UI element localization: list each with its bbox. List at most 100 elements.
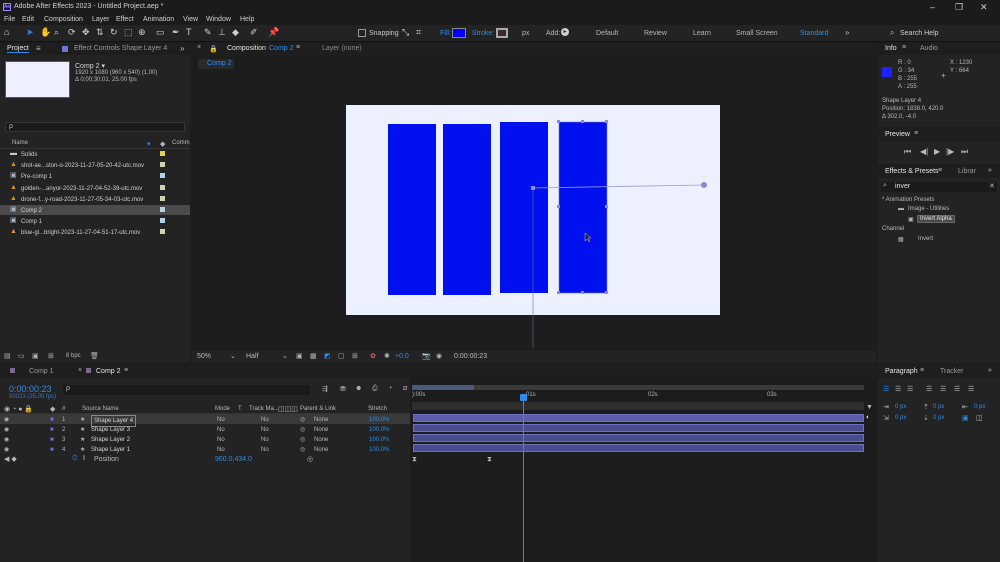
roto-brush-tool-icon[interactable]: ✐ bbox=[250, 27, 258, 38]
draft-3d-icon[interactable]: ⛃ bbox=[340, 385, 346, 393]
snap-grid-icon[interactable]: ⌗ bbox=[416, 27, 421, 38]
first-line-indent-value[interactable]: 0 px bbox=[895, 415, 906, 421]
col-stretch[interactable]: Stretch bbox=[368, 406, 387, 412]
tab-effect-controls[interactable]: Effect Controls Shape Layer 4 bbox=[74, 45, 167, 52]
justify-all-icon[interactable]: ☰ bbox=[968, 385, 974, 393]
add-button-icon[interactable]: ▸ bbox=[561, 28, 569, 36]
col-comment[interactable]: Comm bbox=[172, 140, 190, 146]
col-source-name[interactable]: Source Name bbox=[82, 406, 119, 412]
panel-menu-icon[interactable]: ≡ bbox=[938, 167, 942, 174]
transparency-grid-icon[interactable]: ▦ bbox=[310, 352, 317, 360]
property-value[interactable]: 960.0,434.0 bbox=[215, 456, 252, 463]
direction-rtl-icon[interactable]: ◫ bbox=[976, 414, 983, 422]
project-item[interactable]: ▲ golden-...anyor-2023-11-27-04-52-39-utc… bbox=[0, 183, 190, 193]
menu-view[interactable]: View bbox=[183, 16, 198, 23]
pickwhip-icon[interactable]: ◎ bbox=[300, 445, 305, 455]
property-row-position[interactable]: ◀ ◆ ⏱ ℓ Position 960.0,434.0 ◎ bbox=[0, 455, 410, 465]
rotate-tool-icon[interactable]: ↻ bbox=[110, 27, 118, 38]
bpc-label[interactable]: 8 bpc bbox=[66, 353, 81, 359]
tab-composition[interactable]: Composition bbox=[227, 45, 266, 52]
justify-left-icon[interactable]: ☰ bbox=[926, 385, 932, 393]
col-number[interactable]: # bbox=[62, 406, 65, 412]
work-area-bar[interactable] bbox=[412, 385, 864, 390]
label-swatch[interactable] bbox=[160, 218, 165, 224]
justify-center-icon[interactable]: ☰ bbox=[940, 385, 946, 393]
layer-bar-2[interactable] bbox=[413, 424, 864, 432]
shape-layer-3-rect[interactable] bbox=[500, 122, 548, 293]
project-item[interactable]: ▲ shot-ae...ston-o-2023-11-27-05-20-42-ut… bbox=[0, 160, 190, 170]
workspace-small-screen[interactable]: Small Screen bbox=[736, 30, 778, 37]
shy-layers-icon[interactable]: ☻ bbox=[355, 385, 362, 392]
tree-invert-alpha[interactable]: Invert Alpha bbox=[917, 215, 955, 223]
pickwhip-icon[interactable]: ◎ bbox=[307, 455, 313, 463]
menu-layer[interactable]: Layer bbox=[92, 16, 110, 23]
last-frame-icon[interactable]: ⏭ bbox=[961, 147, 968, 157]
snap-options-icon[interactable]: ⤡ bbox=[402, 27, 409, 38]
effects-search-input[interactable]: ⌕ inver ✕ bbox=[881, 182, 997, 192]
hand-tool-icon[interactable]: ✋ bbox=[40, 27, 51, 38]
effects-search-value[interactable]: inver bbox=[895, 183, 910, 190]
zoom-dropdown[interactable]: 50% bbox=[197, 353, 211, 360]
tab-preview[interactable]: Preview bbox=[885, 131, 910, 138]
stopwatch-icon[interactable]: ⏱ bbox=[72, 455, 77, 463]
panel-menu-icon[interactable]: ≡ bbox=[36, 44, 41, 53]
menu-edit[interactable]: Edit bbox=[22, 16, 34, 23]
label-swatch[interactable] bbox=[160, 184, 165, 190]
selection-tool-icon[interactable]: ➤ bbox=[26, 27, 34, 38]
resolution-dropdown[interactable]: Half bbox=[246, 353, 258, 360]
brush-tool-icon[interactable]: ✎ bbox=[204, 27, 212, 38]
keyframe-nav-icon[interactable]: ◀ ◆ bbox=[4, 455, 17, 463]
project-item[interactable]: ▬ Solids bbox=[0, 149, 190, 159]
layer-row[interactable]: ◉ ■ 4 ★ Shape Layer 1 No No ◎ None 100.0% bbox=[0, 444, 410, 454]
indent-right-value[interactable]: 0 px bbox=[974, 404, 985, 410]
panel-end-icon[interactable]: ▼ bbox=[866, 404, 873, 411]
workspace-learn[interactable]: Learn bbox=[693, 30, 711, 37]
tree-invert[interactable]: Invert bbox=[918, 236, 933, 242]
layer-end-icon[interactable]: ◐ bbox=[866, 414, 870, 421]
timeline-graph-area[interactable]: ):00s 01s 02s 03s ⧗ ⧗ ▼ ◐ bbox=[410, 378, 876, 562]
tab-layer[interactable]: Layer (none) bbox=[322, 45, 362, 52]
anchor-point-marker[interactable] bbox=[531, 186, 535, 190]
panel-menu-icon[interactable]: ≡ bbox=[296, 44, 300, 51]
stretch-value[interactable]: 100.0% bbox=[369, 445, 389, 455]
tab-effects-presets[interactable]: Effects & Presets bbox=[885, 168, 939, 175]
grid-guides-icon[interactable]: ⊞ bbox=[352, 352, 358, 360]
graph-editor-icon[interactable]: ⧄ bbox=[403, 385, 407, 393]
current-time-head[interactable] bbox=[520, 394, 527, 401]
justify-right-icon[interactable]: ☰ bbox=[954, 385, 960, 393]
panel-menu-icon[interactable]: ≡ bbox=[920, 367, 924, 374]
tab-comp-2[interactable]: Comp 2 bbox=[96, 368, 121, 375]
indent-left-value[interactable]: 0 px bbox=[895, 404, 906, 410]
menu-composition[interactable]: Composition bbox=[44, 16, 83, 23]
eraser-tool-icon[interactable]: ◆ bbox=[232, 27, 239, 38]
tab-info[interactable]: Info bbox=[885, 45, 897, 52]
layer-name[interactable]: Shape Layer 1 bbox=[91, 445, 130, 455]
adjust-settings-icon[interactable]: ⊞ bbox=[48, 352, 54, 360]
layer-bar-1[interactable] bbox=[413, 414, 864, 422]
keyframe-diamond[interactable]: ⧗ bbox=[412, 456, 417, 464]
track-matte-dropdown[interactable]: No bbox=[261, 445, 269, 455]
clone-stamp-tool-icon[interactable]: ⊥ bbox=[218, 27, 226, 38]
pen-tool-icon[interactable]: ✒ bbox=[172, 27, 180, 38]
breadcrumb-comp[interactable]: Comp 2 bbox=[207, 60, 232, 67]
tab-comp-1[interactable]: Comp 1 bbox=[29, 368, 54, 375]
layer-bar-4[interactable] bbox=[413, 444, 864, 452]
current-time[interactable]: 0:00:00:23 bbox=[454, 353, 487, 360]
project-search-input[interactable]: ρ bbox=[5, 122, 185, 132]
region-of-interest-icon[interactable]: ▢ bbox=[338, 352, 345, 360]
shape-overlay[interactable] bbox=[346, 105, 720, 355]
composition-breadcrumb[interactable]: Comp 2 bbox=[198, 59, 234, 69]
puppet-tool-icon[interactable]: 📌 bbox=[268, 27, 279, 38]
col-mode[interactable]: Mode bbox=[215, 406, 230, 412]
type-tool-icon[interactable]: T bbox=[186, 27, 192, 37]
first-frame-icon[interactable]: ⏮ bbox=[904, 147, 911, 157]
pan-behind-tool-icon[interactable]: ⊕ bbox=[138, 27, 146, 38]
menu-file[interactable]: File bbox=[4, 16, 15, 23]
workspace-review[interactable]: Review bbox=[644, 30, 667, 37]
dolly-tool-icon[interactable]: ⇅ bbox=[96, 27, 104, 38]
panel-overflow-icon[interactable]: » bbox=[988, 167, 992, 174]
panel-menu-icon[interactable]: ≡ bbox=[124, 367, 128, 374]
orbit-tool-icon[interactable]: ⟳ bbox=[68, 27, 76, 38]
close-icon[interactable]: ✕ bbox=[980, 2, 988, 13]
panel-menu-icon[interactable]: ≡ bbox=[902, 44, 906, 51]
